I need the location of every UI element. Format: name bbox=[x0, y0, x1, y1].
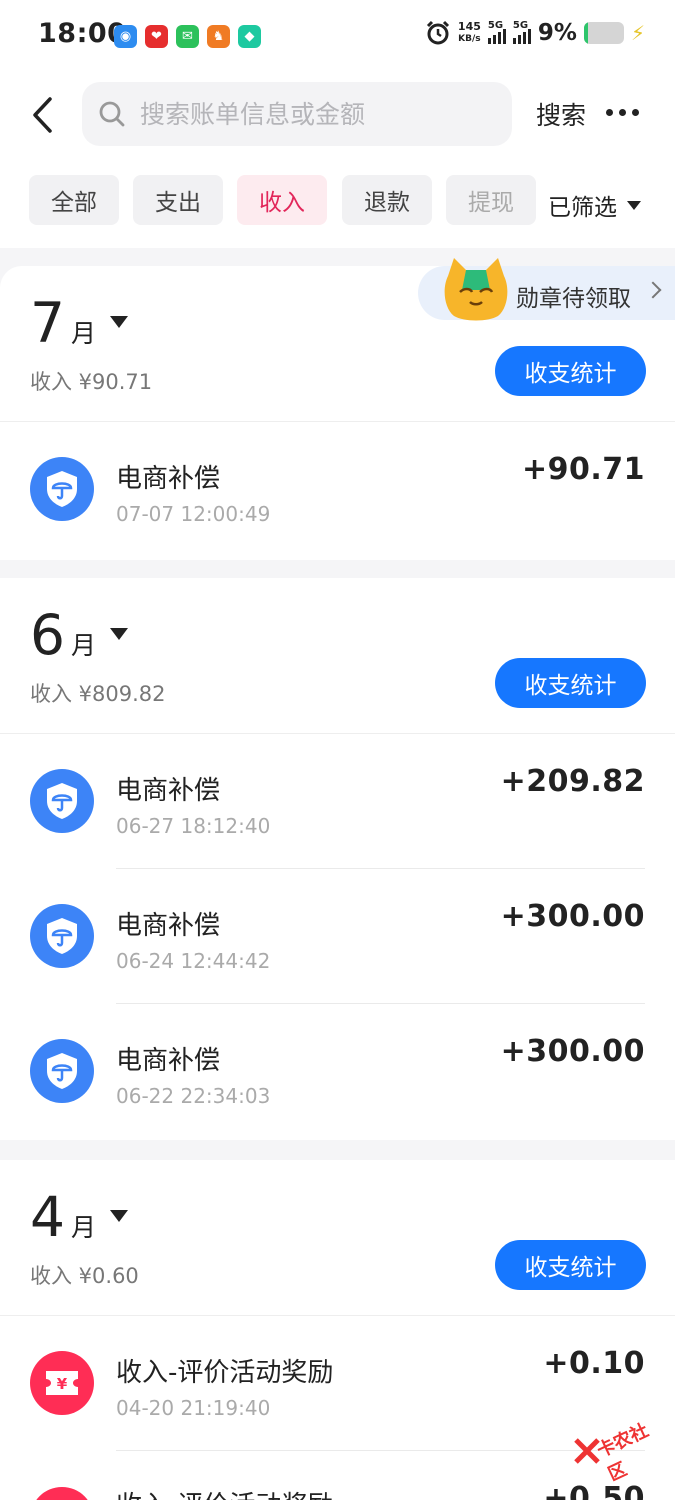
badge-banner-label: 勋章待领取 bbox=[516, 286, 631, 312]
filter-chip-withdraw[interactable]: 提现 bbox=[446, 175, 536, 225]
signal-icon-1: 5G bbox=[487, 20, 506, 44]
month-unit: 月 bbox=[71, 319, 97, 348]
income-summary: 收入 ¥90.71 bbox=[30, 370, 153, 394]
notification-icons: ◉ ❤ ✉ ♞ ◆ bbox=[114, 25, 261, 48]
stats-button[interactable]: 收支统计 bbox=[495, 346, 646, 396]
transaction-amount: +300.00 bbox=[500, 1034, 645, 1069]
transaction-datetime: 06-24 12:44:42 bbox=[116, 949, 271, 973]
yuan-ticket-icon bbox=[30, 1487, 94, 1500]
net-speed-unit: KB/s bbox=[458, 34, 481, 44]
stats-button[interactable]: 收支统计 bbox=[495, 658, 646, 708]
month-selector[interactable]: 7 月 bbox=[30, 290, 129, 356]
month-unit: 月 bbox=[71, 1213, 97, 1242]
transaction-title: 电商补偿 bbox=[116, 911, 221, 941]
filter-chip-expense[interactable]: 支出 bbox=[133, 175, 223, 225]
status-right: 145 KB/s 5G 5G 9% ⚡ bbox=[425, 20, 645, 46]
month-header: 6 月 收入 ¥809.82 收支统计 bbox=[0, 578, 675, 734]
month-number: 6 bbox=[30, 603, 65, 667]
chevron-down-icon bbox=[110, 316, 129, 328]
transaction-title: 电商补偿 bbox=[116, 464, 221, 494]
svg-text:¥: ¥ bbox=[57, 1375, 68, 1393]
transaction-datetime: 06-22 22:34:03 bbox=[116, 1084, 271, 1108]
search-box[interactable] bbox=[82, 82, 512, 146]
transaction-row[interactable]: 电商补偿 06-24 12:44:42 +300.00 bbox=[0, 869, 675, 1004]
filter-chip-all[interactable]: 全部 bbox=[29, 175, 119, 225]
shield-umbrella-icon bbox=[30, 1039, 94, 1103]
signal2-label: 5G bbox=[512, 20, 529, 31]
transaction-row[interactable]: 电商补偿 06-22 22:34:03 +300.00 bbox=[0, 1004, 675, 1139]
chevron-right-icon bbox=[644, 281, 662, 299]
chevron-down-icon bbox=[627, 200, 641, 210]
filtered-dropdown[interactable]: 已筛选 bbox=[548, 188, 641, 222]
month-number: 7 bbox=[30, 291, 65, 355]
transaction-title: 收入-评价活动奖励 bbox=[116, 1358, 334, 1388]
status-bar: 18:00 ◉ ❤ ✉ ♞ ◆ 145 KB/s 5G 5G 9% ⚡ bbox=[0, 0, 675, 72]
stats-button[interactable]: 收支统计 bbox=[495, 1240, 646, 1290]
filter-chip-income[interactable]: 收入 bbox=[237, 175, 327, 225]
transaction-amount: +300.00 bbox=[500, 899, 645, 934]
transaction-amount: +90.71 bbox=[521, 452, 645, 487]
back-arrow-icon bbox=[33, 97, 52, 133]
search-button[interactable]: 搜索 bbox=[536, 96, 586, 132]
battery-fill bbox=[583, 22, 588, 44]
transaction-title: 电商补偿 bbox=[116, 776, 221, 806]
battery-icon bbox=[583, 22, 624, 44]
net-speed-value: 145 bbox=[457, 20, 481, 33]
month-unit: 月 bbox=[71, 631, 97, 660]
back-button[interactable] bbox=[30, 90, 70, 140]
transaction-datetime: 04-20 21:19:40 bbox=[116, 1396, 271, 1420]
month-selector[interactable]: 6 月 bbox=[30, 602, 129, 668]
baidu-netdisk-icon: ◉ bbox=[114, 25, 137, 48]
search-input[interactable] bbox=[140, 82, 500, 146]
transaction-row[interactable]: 电商补偿 07-07 12:00:49 +90.71 bbox=[0, 422, 675, 557]
month-section-june: 6 月 收入 ¥809.82 收支统计 电商补偿 06-27 18:12:40 … bbox=[0, 578, 675, 1140]
income-summary: 收入 ¥0.60 bbox=[30, 1264, 139, 1288]
filtered-label: 已筛选 bbox=[548, 195, 617, 221]
more-menu-icon[interactable] bbox=[606, 100, 646, 124]
alarm-icon bbox=[426, 20, 449, 45]
month-header: 4 月 收入 ¥0.60 收支统计 bbox=[0, 1160, 675, 1316]
charging-icon: ⚡ bbox=[630, 21, 645, 45]
month-selector[interactable]: 4 月 bbox=[30, 1184, 129, 1250]
shield-umbrella-icon bbox=[30, 904, 94, 968]
income-summary: 收入 ¥809.82 bbox=[30, 682, 166, 706]
filter-chip-refund[interactable]: 退款 bbox=[342, 175, 432, 225]
filter-bar: 全部 支出 收入 退款 提现 已筛选 bbox=[0, 162, 675, 248]
signal1-label: 5G bbox=[487, 20, 504, 31]
net-speed: 145 KB/s bbox=[458, 21, 481, 45]
shield-umbrella-icon bbox=[30, 769, 94, 833]
watermark-logo: 卡农社区 bbox=[570, 1410, 670, 1485]
transaction-title: 电商补偿 bbox=[116, 1046, 221, 1076]
cat-mascot-icon bbox=[444, 258, 508, 321]
chevron-down-icon bbox=[110, 628, 129, 640]
yuan-ticket-icon: ¥ bbox=[30, 1351, 94, 1415]
signal-icon-2: 5G bbox=[512, 20, 531, 44]
app-red-icon: ❤ bbox=[145, 25, 168, 48]
battery-percent: 9% bbox=[537, 20, 577, 46]
header: 搜索 bbox=[0, 72, 675, 162]
transaction-title: 收入-评价活动奖励 bbox=[116, 1485, 333, 1500]
month-number: 4 bbox=[30, 1185, 65, 1249]
transaction-datetime: 07-07 12:00:49 bbox=[116, 502, 271, 526]
app-green-shield-icon: ◆ bbox=[238, 25, 261, 48]
transaction-amount: +0.10 bbox=[543, 1346, 645, 1381]
transaction-row[interactable]: 电商补偿 06-27 18:12:40 +209.82 bbox=[0, 734, 675, 869]
chevron-down-icon bbox=[110, 1210, 129, 1222]
shield-umbrella-icon bbox=[30, 457, 94, 521]
transaction-datetime: 06-27 18:12:40 bbox=[116, 814, 271, 838]
app-orange-icon: ♞ bbox=[207, 25, 230, 48]
search-icon bbox=[99, 101, 125, 127]
transaction-amount: +209.82 bbox=[500, 764, 645, 799]
transaction-amount: +0.50 bbox=[543, 1481, 645, 1500]
wechat-icon: ✉ bbox=[176, 25, 199, 48]
